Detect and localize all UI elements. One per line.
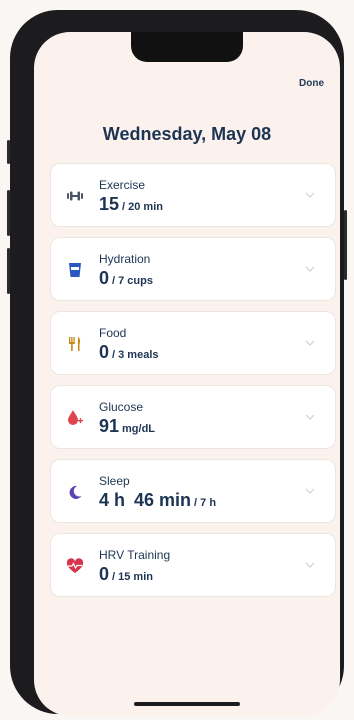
card-hydration[interactable]: Hydration 0 / 7 cups xyxy=(50,237,336,301)
chevron-down-icon[interactable] xyxy=(303,188,317,202)
drop-plus-icon xyxy=(65,408,85,428)
card-hrv-training[interactable]: HRV Training 0 / 15 min xyxy=(50,533,336,597)
card-sleep[interactable]: Sleep 4 h 46 min / 7 h xyxy=(50,459,336,523)
card-exercise[interactable]: Exercise 15 / 20 min xyxy=(50,163,336,227)
card-value-row: 0 / 15 min xyxy=(99,564,153,585)
card-food[interactable]: Food 0 / 3 meals xyxy=(50,311,336,375)
card-value-row: 15 / 20 min xyxy=(99,194,163,215)
card-unit: mg/dL xyxy=(122,423,156,435)
card-value-row: 0 / 7 cups xyxy=(99,268,153,289)
chevron-down-icon[interactable] xyxy=(303,484,317,498)
card-value-row: 0 / 3 meals xyxy=(99,342,159,363)
mute-switch xyxy=(7,140,10,164)
volume-down-button xyxy=(7,248,10,294)
chevron-down-icon[interactable] xyxy=(303,336,317,350)
utensils-icon xyxy=(65,334,85,354)
card-unit: / 3 meals xyxy=(112,349,159,361)
card-value: 4 h xyxy=(99,490,126,510)
card-label: HRV Training xyxy=(99,548,171,562)
volume-up-button xyxy=(7,190,10,236)
notch xyxy=(131,32,243,62)
card-unit: / 7 cups xyxy=(112,275,153,287)
dumbbell-icon xyxy=(65,186,85,206)
home-indicator[interactable] xyxy=(134,702,240,706)
power-button xyxy=(344,210,347,280)
card-value: 0 xyxy=(99,268,110,288)
page-title: Wednesday, May 08 xyxy=(102,124,272,144)
card-label: Glucose xyxy=(99,400,144,414)
cup-icon xyxy=(65,260,85,280)
card-glucose[interactable]: Glucose 91 mg/dL xyxy=(50,385,336,449)
card-unit: / 7 h xyxy=(194,497,217,509)
card-value: 0 xyxy=(99,564,110,584)
chevron-down-icon[interactable] xyxy=(303,262,317,276)
chevron-down-icon[interactable] xyxy=(303,410,317,424)
done-button[interactable]: Done xyxy=(299,78,324,89)
card-unit: / 15 min xyxy=(112,571,153,583)
card-label: Sleep xyxy=(99,474,130,488)
heart-pulse-icon xyxy=(65,556,85,576)
card-value: 15 xyxy=(99,194,120,214)
card-label: Exercise xyxy=(99,178,146,192)
card-value-row: 4 h 46 min / 7 h xyxy=(99,490,216,511)
chevron-down-icon[interactable] xyxy=(303,558,317,572)
card-value-secondary: 46 min xyxy=(134,490,192,510)
card-value: 91 xyxy=(99,416,120,436)
card-value-row: 91 mg/dL xyxy=(99,416,155,437)
card-unit: / 20 min xyxy=(122,201,163,213)
card-label: Food xyxy=(99,326,127,340)
card-label: Hydration xyxy=(99,252,151,266)
app-screen: Done Wednesday, May 08 Exercise 15 / 20 … xyxy=(34,32,340,716)
moon-icon xyxy=(65,482,85,502)
card-value: 0 xyxy=(99,342,110,362)
